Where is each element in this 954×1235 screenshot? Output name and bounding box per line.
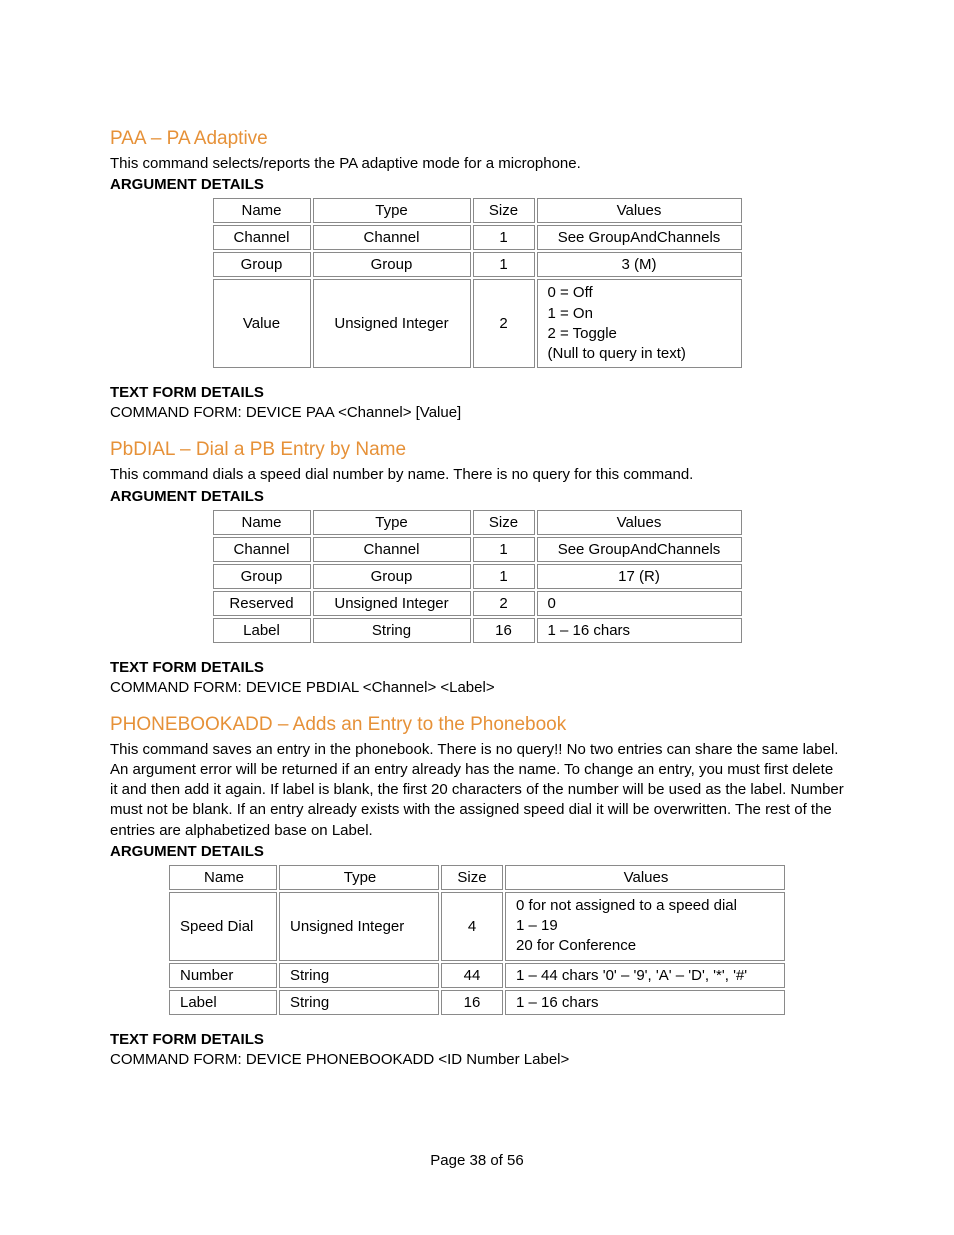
section-heading-pbdial: PbDIAL – Dial a PB Entry by Name: [110, 439, 844, 461]
table-row: LabelString161 – 16 chars: [213, 618, 742, 643]
table-header-row: Name Type Size Values: [213, 198, 742, 223]
table-cell: Channel: [213, 225, 311, 250]
section-heading-phonebookadd: PHONEBOOKADD – Adds an Entry to the Phon…: [110, 714, 844, 736]
table-cell: Group: [313, 564, 471, 589]
arg-table-phonebookadd: Name Type Size Values Speed DialUnsigned…: [167, 863, 787, 1017]
arg-table-pbdial: Name Type Size Values ChannelChannel1See…: [211, 508, 744, 645]
table-cell: Channel: [313, 225, 471, 250]
arg-table-body: ChannelChannel1See GroupAndChannelsGroup…: [213, 225, 742, 368]
arg-table-body: Speed DialUnsigned Integer40 for not ass…: [169, 892, 785, 1015]
table-cell: 44: [441, 963, 503, 988]
table-header-row: Name Type Size Values: [169, 865, 785, 890]
table-cell: Channel: [313, 537, 471, 562]
table-row: ReservedUnsigned Integer20: [213, 591, 742, 616]
table-cell: 17 (R): [537, 564, 742, 589]
table-row: GroupGroup117 (R): [213, 564, 742, 589]
table-cell: Label: [213, 618, 311, 643]
page: PAA – PA Adaptive This command selects/r…: [0, 0, 954, 1235]
table-cell: 1 – 16 chars: [537, 618, 742, 643]
table-cell: Group: [313, 252, 471, 277]
th-name: Name: [169, 865, 277, 890]
table-cell: 2: [473, 591, 535, 616]
table-cell: Channel: [213, 537, 311, 562]
table-cell: Number: [169, 963, 277, 988]
text-form-details-label: TEXT FORM DETAILS: [110, 659, 844, 676]
table-row: NumberString441 – 44 chars '0' – '9', 'A…: [169, 963, 785, 988]
table-cell: 0: [537, 591, 742, 616]
table-cell: 3 (M): [537, 252, 742, 277]
table-cell: Reserved: [213, 591, 311, 616]
th-size: Size: [473, 510, 535, 535]
table-cell: Speed Dial: [169, 892, 277, 961]
table-cell: See GroupAndChannels: [537, 225, 742, 250]
table-cell: 1: [473, 252, 535, 277]
table-cell: 0 = Off1 = On2 = Toggle(Null to query in…: [537, 279, 742, 368]
table-row: GroupGroup13 (M): [213, 252, 742, 277]
table-row: LabelString161 – 16 chars: [169, 990, 785, 1015]
table-cell: 1: [473, 225, 535, 250]
table-row: ValueUnsigned Integer20 = Off1 = On2 = T…: [213, 279, 742, 368]
table-cell: 4: [441, 892, 503, 961]
table-cell: 1 – 44 chars '0' – '9', 'A' – 'D', '*', …: [505, 963, 785, 988]
table-row: Speed DialUnsigned Integer40 for not ass…: [169, 892, 785, 961]
table-cell: 0 for not assigned to a speed dial1 – 19…: [505, 892, 785, 961]
table-cell: String: [279, 990, 439, 1015]
table-cell: 16: [441, 990, 503, 1015]
section-desc-pbdial: This command dials a speed dial number b…: [110, 465, 844, 485]
argument-details-label: ARGUMENT DETAILS: [110, 176, 844, 193]
arg-table-paa: Name Type Size Values ChannelChannel1See…: [211, 196, 744, 370]
table-cell: Value: [213, 279, 311, 368]
table-cell: String: [313, 618, 471, 643]
text-form-details-label: TEXT FORM DETAILS: [110, 1031, 844, 1048]
section-heading-paa: PAA – PA Adaptive: [110, 128, 844, 150]
text-form-paa: TEXT FORM DETAILS COMMAND FORM: DEVICE P…: [110, 384, 844, 421]
table-cell: 1: [473, 537, 535, 562]
section-desc-paa: This command selects/reports the PA adap…: [110, 154, 844, 174]
th-size: Size: [441, 865, 503, 890]
table-cell: 1 – 16 chars: [505, 990, 785, 1015]
text-form-details-label: TEXT FORM DETAILS: [110, 384, 844, 401]
th-name: Name: [213, 510, 311, 535]
table-cell: Group: [213, 564, 311, 589]
th-type: Type: [279, 865, 439, 890]
command-form-paa: COMMAND FORM: DEVICE PAA <Channel> [Valu…: [110, 404, 844, 421]
command-form-pbdial: COMMAND FORM: DEVICE PBDIAL <Channel> <L…: [110, 679, 844, 696]
th-type: Type: [313, 198, 471, 223]
th-name: Name: [213, 198, 311, 223]
table-cell: 2: [473, 279, 535, 368]
table-cell: 16: [473, 618, 535, 643]
argument-details-label: ARGUMENT DETAILS: [110, 488, 844, 505]
text-form-pbdial: TEXT FORM DETAILS COMMAND FORM: DEVICE P…: [110, 659, 844, 696]
table-row: ChannelChannel1See GroupAndChannels: [213, 225, 742, 250]
arg-table-body: ChannelChannel1See GroupAndChannelsGroup…: [213, 537, 742, 643]
table-cell: String: [279, 963, 439, 988]
table-row: ChannelChannel1See GroupAndChannels: [213, 537, 742, 562]
command-form-phonebookadd: COMMAND FORM: DEVICE PHONEBOOKADD <ID Nu…: [110, 1051, 844, 1068]
th-values: Values: [505, 865, 785, 890]
section-desc-phonebookadd: This command saves an entry in the phone…: [110, 740, 844, 841]
th-type: Type: [313, 510, 471, 535]
th-values: Values: [537, 510, 742, 535]
table-cell: See GroupAndChannels: [537, 537, 742, 562]
table-cell: Label: [169, 990, 277, 1015]
th-values: Values: [537, 198, 742, 223]
table-cell: Unsigned Integer: [313, 279, 471, 368]
page-footer: Page 38 of 56: [0, 1152, 954, 1169]
table-cell: Unsigned Integer: [279, 892, 439, 961]
th-size: Size: [473, 198, 535, 223]
text-form-phonebookadd: TEXT FORM DETAILS COMMAND FORM: DEVICE P…: [110, 1031, 844, 1068]
table-header-row: Name Type Size Values: [213, 510, 742, 535]
table-cell: Group: [213, 252, 311, 277]
table-cell: Unsigned Integer: [313, 591, 471, 616]
argument-details-label: ARGUMENT DETAILS: [110, 843, 844, 860]
table-cell: 1: [473, 564, 535, 589]
